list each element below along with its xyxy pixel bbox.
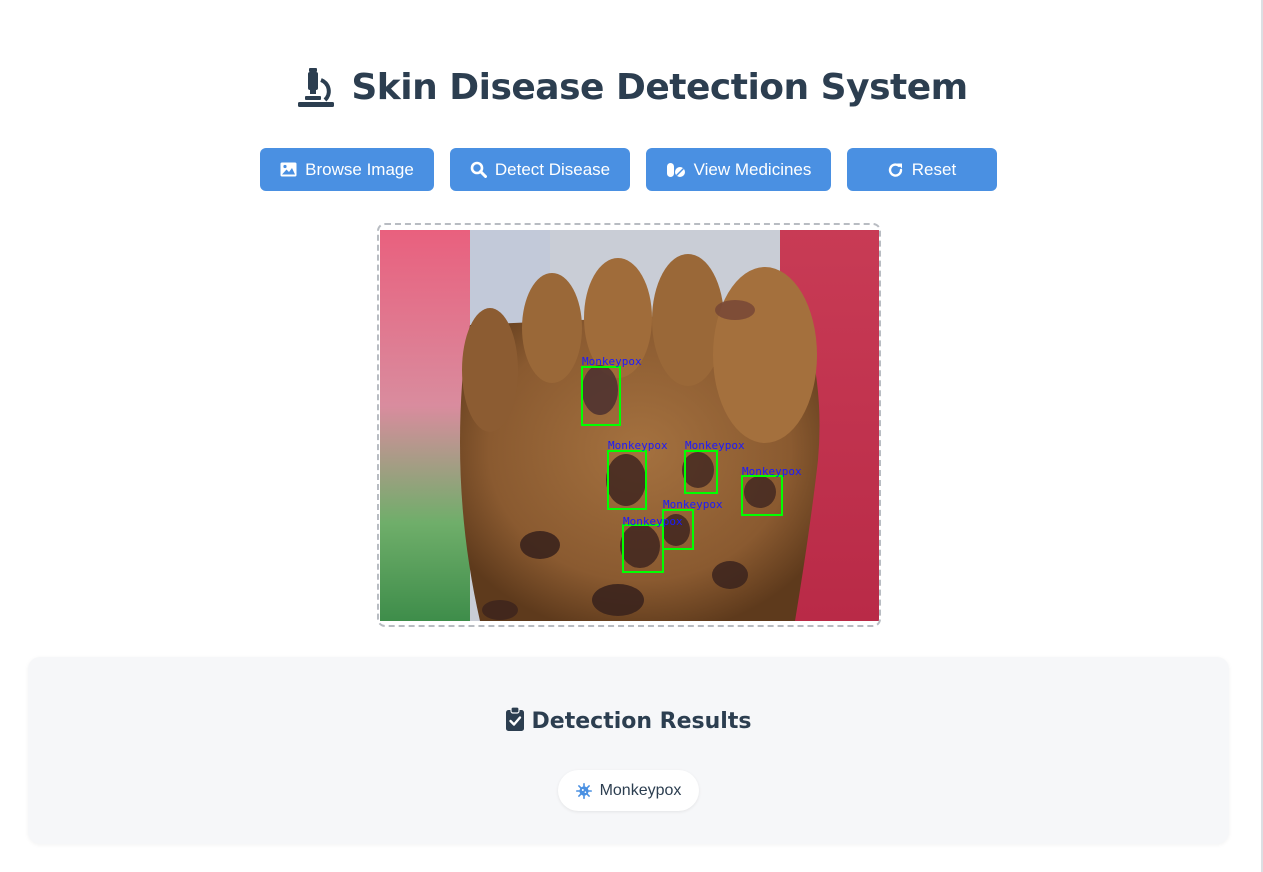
image-icon: [280, 162, 297, 177]
redo-icon: [888, 162, 904, 178]
pills-icon: [666, 162, 686, 178]
microscope-icon: [295, 66, 337, 108]
detection-label: Monkeypox: [685, 439, 745, 452]
detection-label: Monkeypox: [608, 439, 668, 452]
browse-image-label: Browse Image: [305, 159, 414, 179]
results-header: Detection Results: [28, 706, 1229, 736]
detection-label: Monkeypox: [582, 355, 642, 368]
page-title: Skin Disease Detection System: [351, 66, 968, 108]
page-header: Skin Disease Detection System: [0, 60, 1263, 114]
view-medicines-button[interactable]: View Medicines: [646, 148, 831, 191]
reset-button[interactable]: Reset: [847, 148, 997, 191]
result-chip: Monkeypox: [558, 770, 699, 811]
app-window: Skin Disease Detection System Browse Ima…: [0, 0, 1263, 872]
detection-label: Monkeypox: [663, 498, 723, 511]
detection-label: Monkeypox: [623, 515, 683, 528]
detection-image: Monkeypox Monkeypox Monkeypox Monkeypox …: [380, 230, 879, 621]
detection-label: Monkeypox: [742, 465, 802, 478]
view-medicines-label: View Medicines: [693, 159, 812, 179]
detect-disease-label: Detect Disease: [494, 159, 611, 179]
result-label: Monkeypox: [599, 781, 682, 799]
results-title: Detection Results: [531, 709, 752, 734]
browse-image-button[interactable]: Browse Image: [260, 148, 434, 191]
detect-disease-button[interactable]: Detect Disease: [450, 148, 630, 191]
reset-label: Reset: [911, 159, 957, 179]
results-panel: Detection Results Monkeypox: [28, 657, 1229, 844]
toolbar: Browse Image Detect Disease View Medicin…: [260, 148, 997, 191]
image-preview: Monkeypox Monkeypox Monkeypox Monkeypox …: [377, 223, 881, 627]
clipboard-check-icon: [505, 706, 524, 736]
virus-icon: [575, 782, 592, 799]
search-icon: [470, 161, 487, 178]
